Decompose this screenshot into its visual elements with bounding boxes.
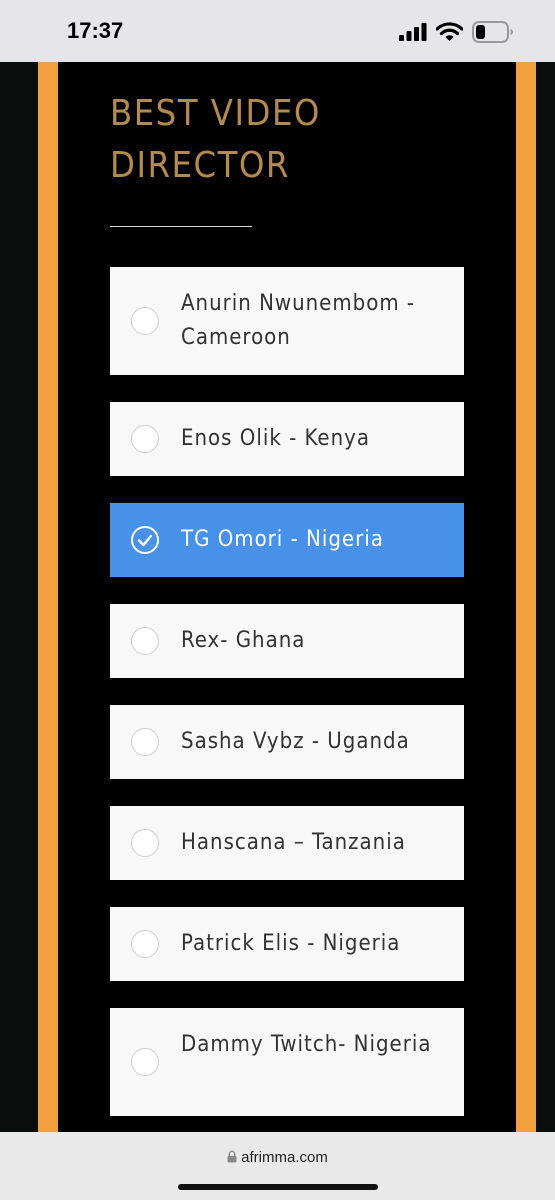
title-divider (110, 226, 252, 227)
nominee-label: Hanscana – Tanzania (181, 830, 406, 855)
radio-button[interactable] (131, 728, 159, 756)
status-bar: 17:37 (0, 0, 555, 62)
nominee-label: Dammy Twitch- Nigeria (181, 1032, 432, 1057)
nominee-option[interactable]: Anurin Nwunembom - Cameroon (110, 267, 464, 375)
status-time: 17:37 (67, 18, 124, 43)
category-title: BEST VIDEO DIRECTOR (110, 93, 321, 186)
accent-stripe-left (38, 62, 58, 1132)
nominee-option[interactable]: Dammy Twitch- Nigeria (110, 1008, 464, 1116)
battery-icon (472, 21, 514, 47)
nominee-option[interactable]: Rex- Ghana (110, 604, 464, 678)
nominee-option[interactable]: Hanscana – Tanzania (110, 806, 464, 880)
radio-button[interactable] (131, 1048, 159, 1076)
nominee-label: Rex- Ghana (181, 628, 306, 653)
nominee-option[interactable]: Sasha Vybz - Uganda (110, 705, 464, 779)
signal-icon (399, 23, 427, 45)
nominee-option[interactable]: TG Omori - Nigeria (110, 503, 464, 577)
nominee-label: TG Omori - Nigeria (181, 527, 384, 552)
page-side-right (536, 62, 555, 1132)
radio-button[interactable] (131, 526, 159, 554)
nominee-label: Enos Olik - Kenya (181, 426, 370, 451)
accent-stripe-right (516, 62, 536, 1132)
lock-icon (227, 1150, 237, 1163)
radio-button[interactable] (131, 829, 159, 857)
nominee-label: Patrick Elis - Nigeria (181, 931, 401, 956)
check-icon (137, 534, 153, 547)
nominee-option[interactable]: Patrick Elis - Nigeria (110, 907, 464, 981)
wifi-icon (435, 22, 464, 46)
nominee-option[interactable]: Enos Olik - Kenya (110, 402, 464, 476)
url-text: afrimma.com (241, 1149, 328, 1166)
radio-button[interactable] (131, 307, 159, 335)
nominee-label: Anurin Nwunembom - Cameroon (181, 291, 416, 350)
nominee-label: Sasha Vybz - Uganda (181, 729, 410, 754)
radio-button[interactable] (131, 425, 159, 453)
page-side-left (0, 62, 38, 1132)
radio-button[interactable] (131, 627, 159, 655)
home-indicator (178, 1184, 378, 1190)
radio-button[interactable] (131, 930, 159, 958)
url-display[interactable]: afrimma.com (0, 1149, 555, 1166)
